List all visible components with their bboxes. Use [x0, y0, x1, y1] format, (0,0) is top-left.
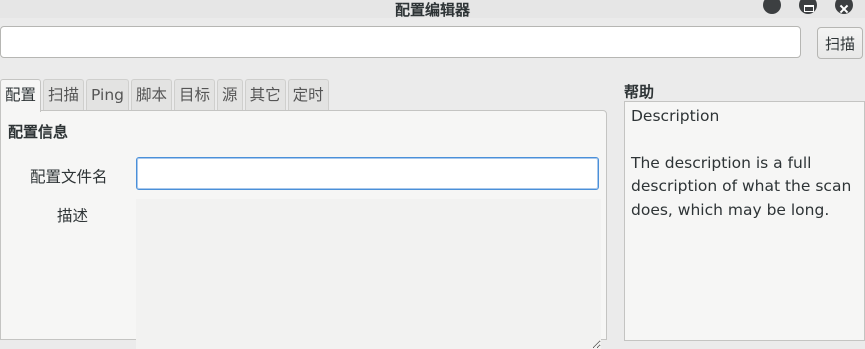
help-body: The description is a full description of…: [631, 153, 852, 219]
filename-input[interactable]: [136, 157, 599, 190]
scan-button[interactable]: 扫描: [817, 27, 863, 59]
help-panel: Description The description is a full de…: [624, 101, 865, 341]
tab-ping[interactable]: Ping: [86, 79, 130, 111]
tab-source[interactable]: 源: [217, 79, 243, 111]
tab-scripting[interactable]: 脚本: [131, 79, 173, 111]
description-textarea[interactable]: [136, 199, 601, 349]
tab-scan[interactable]: 扫描: [43, 79, 85, 111]
title-bar: 配置编辑器: [0, 0, 865, 19]
profile-panel: 配置信息 配置文件名 描述: [0, 110, 607, 349]
help-title: Description: [631, 107, 720, 125]
section-title: 配置信息: [8, 123, 69, 141]
target-input[interactable]: [0, 26, 801, 58]
filename-label: 配置文件名: [30, 168, 108, 186]
tab-target[interactable]: 目标: [174, 79, 216, 111]
tab-bar: 配置 扫描 Ping 脚本 目标 源 其它 定时: [0, 79, 331, 112]
tab-profile[interactable]: 配置: [0, 79, 42, 112]
tab-timing[interactable]: 定时: [287, 79, 329, 111]
help-heading: 帮助: [624, 83, 655, 101]
tab-other[interactable]: 其它: [244, 79, 286, 111]
description-label: 描述: [57, 207, 89, 225]
window-title: 配置编辑器: [394, 1, 470, 19]
